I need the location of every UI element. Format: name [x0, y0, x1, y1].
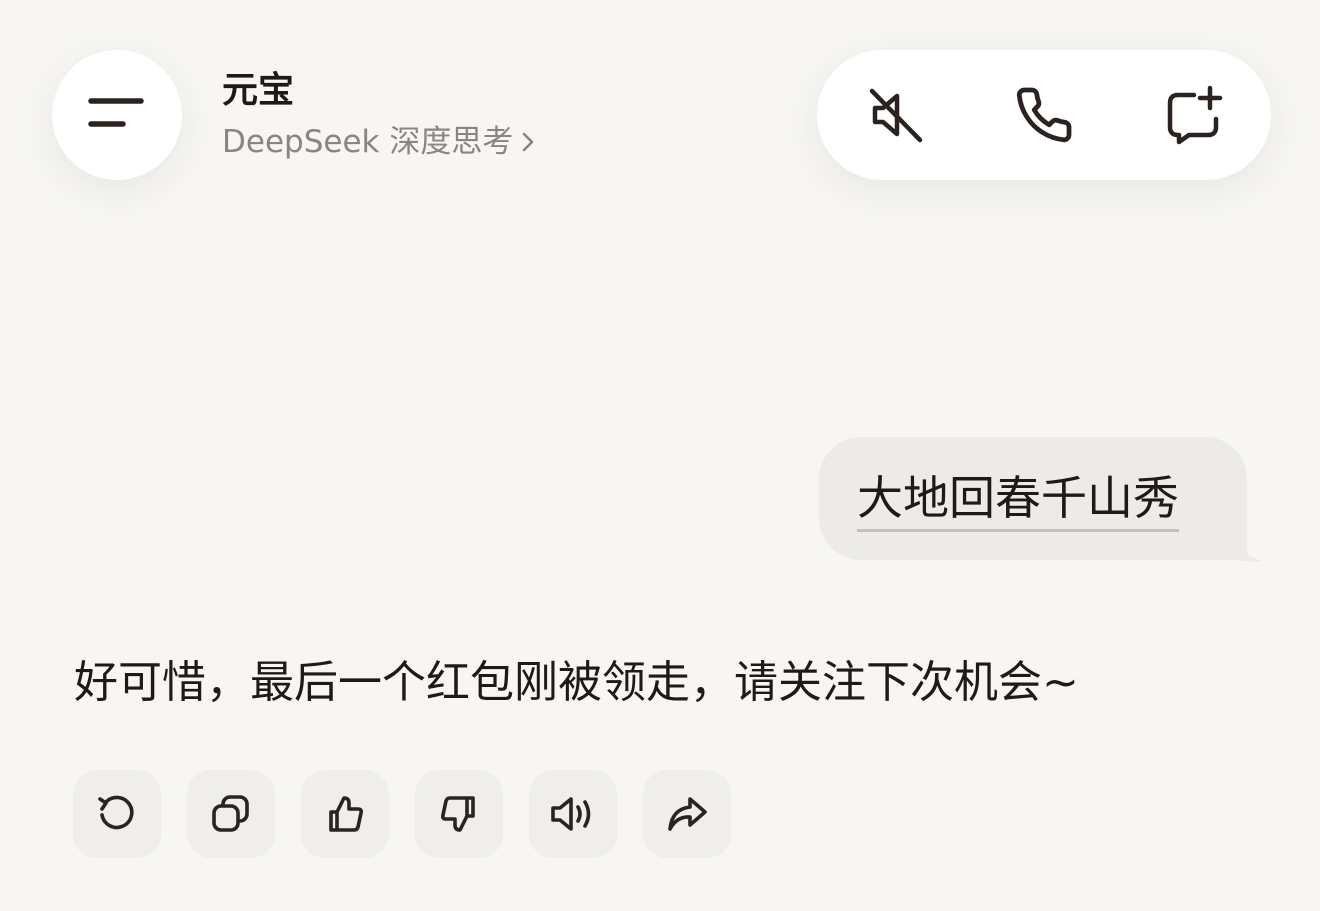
call-button[interactable] — [1014, 85, 1074, 145]
phone-icon — [1014, 85, 1074, 145]
copy-button[interactable] — [187, 770, 275, 858]
new-chat-button[interactable] — [1164, 85, 1224, 145]
speaker-icon — [549, 792, 597, 836]
user-message-bubble[interactable]: 大地回春千山秀 — [819, 437, 1247, 560]
header-action-bar — [817, 50, 1271, 180]
read-aloud-button[interactable] — [529, 770, 617, 858]
share-icon — [665, 792, 709, 836]
app-title: 元宝 — [222, 70, 295, 111]
mute-button[interactable] — [866, 85, 926, 145]
chevron-right-icon — [521, 130, 535, 154]
refresh-icon — [95, 792, 139, 836]
assistant-message-text: 好可惜，最后一个红包刚被领走，请关注下次机会~ — [74, 657, 1079, 708]
speaker-muted-icon — [866, 85, 926, 145]
dislike-button[interactable] — [415, 770, 503, 858]
copy-icon — [209, 792, 253, 836]
thumbs-down-icon — [437, 792, 481, 836]
regenerate-button[interactable] — [73, 770, 161, 858]
header-title-block: 元宝 DeepSeek 深度思考 — [222, 68, 535, 162]
thumbs-up-icon — [323, 792, 367, 836]
user-message-text: 大地回春千山秀 — [857, 469, 1179, 532]
share-button[interactable] — [643, 770, 731, 858]
bubble-tail — [1236, 530, 1262, 562]
menu-button[interactable] — [52, 50, 182, 180]
model-label: DeepSeek 深度思考 — [222, 124, 514, 160]
model-selector[interactable]: DeepSeek 深度思考 — [222, 122, 535, 162]
like-button[interactable] — [301, 770, 389, 858]
menu-icon — [87, 95, 147, 135]
new-chat-icon — [1164, 85, 1224, 145]
message-action-bar — [73, 770, 731, 858]
